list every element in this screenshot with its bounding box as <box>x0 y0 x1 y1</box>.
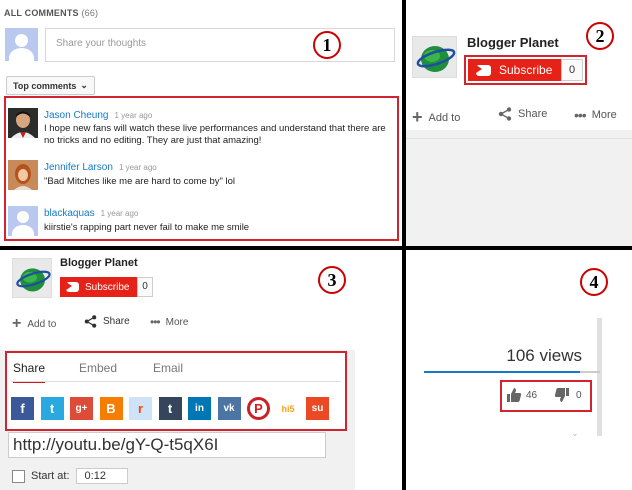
tab-embed[interactable]: Embed <box>79 361 117 375</box>
share-label: Share <box>103 316 130 327</box>
subscribe-button[interactable]: Subscribe <box>468 59 561 81</box>
stats-panel: 4 106 views 46 0 ⌄ <box>406 250 632 490</box>
top-comments-dropdown[interactable]: Top comments ⌄ <box>6 76 95 95</box>
blogger-share-icon[interactable]: B <box>99 397 123 420</box>
stats-card <box>424 318 600 436</box>
subscriber-count: 0 <box>137 277 153 297</box>
channel-panel: Blogger Planet Subscribe 0 2 + Add to Sh… <box>406 0 632 246</box>
commenter-avatar <box>8 108 38 138</box>
comment-author[interactable]: Jennifer Larson 1 year ago <box>44 162 157 173</box>
likes-ratio-bar <box>424 371 580 373</box>
plus-icon: + <box>412 107 423 127</box>
comment-author[interactable]: Jason Cheung 1 year ago <box>44 110 152 121</box>
comment-time: 1 year ago <box>100 209 139 218</box>
dislike-count: 0 <box>576 390 582 401</box>
pinterest-share-icon[interactable]: P <box>247 397 270 420</box>
commenter-avatar <box>8 160 38 190</box>
tumblr-share-icon[interactable]: t <box>158 397 182 420</box>
youtube-play-icon <box>66 282 79 292</box>
marker-2: 2 <box>586 22 614 50</box>
channel-name[interactable]: Blogger Planet <box>60 257 138 269</box>
user-avatar <box>5 28 38 61</box>
facebook-share-icon[interactable]: f <box>11 397 34 420</box>
subscribe-button[interactable]: Subscribe <box>60 277 137 297</box>
view-count: 106 views <box>506 346 582 365</box>
marker-1: 1 <box>313 31 341 59</box>
stumbleupon-share-icon[interactable]: su <box>306 397 329 420</box>
comments-panel: ALL COMMENTS (66) Share your thoughts 1 … <box>0 0 402 246</box>
start-at-input[interactable]: 0:12 <box>75 468 128 484</box>
channel-logo[interactable] <box>412 36 457 78</box>
more-label: More <box>165 316 189 328</box>
share-button[interactable]: Share <box>84 315 130 328</box>
thumbs-down-icon[interactable] <box>554 387 570 403</box>
comments-list: Jason Cheung 1 year ago I hope new fans w… <box>4 96 399 241</box>
tab-share[interactable]: Share <box>13 361 46 383</box>
tab-divider <box>11 381 341 382</box>
more-dots-icon: ••• <box>150 315 161 329</box>
more-dots-icon: ••• <box>574 107 587 123</box>
share-panel: Blogger Planet Subscribe 0 3 + Add to Sh… <box>0 250 402 490</box>
tab-email[interactable]: Email <box>153 361 183 375</box>
add-to-button[interactable]: + Add to <box>12 315 56 333</box>
dislikes-ratio-bar <box>580 371 600 373</box>
more-label: More <box>591 109 617 121</box>
more-button[interactable]: ••• More <box>574 107 617 123</box>
more-button[interactable]: ••• More <box>150 315 188 329</box>
chevron-down-icon: ⌄ <box>80 80 88 90</box>
start-at-row: Start at: 0:12 <box>12 468 128 484</box>
top-comments-label: Top comments <box>13 80 77 91</box>
subscriber-count: 0 <box>561 59 583 81</box>
start-at-checkbox[interactable] <box>12 469 25 483</box>
share-icon <box>498 107 512 121</box>
panel2-background <box>406 130 632 246</box>
share-icon <box>84 315 97 328</box>
vk-share-icon[interactable]: vk <box>217 397 241 420</box>
add-to-label: Add to <box>428 111 461 124</box>
twitter-share-icon[interactable]: t <box>40 397 64 420</box>
plus-icon: + <box>12 315 22 332</box>
subscribe-label: Subscribe <box>499 63 553 77</box>
linkedin-share-icon[interactable]: in <box>188 397 211 420</box>
google-plus-share-icon[interactable]: g+ <box>70 397 93 420</box>
share-label: Share <box>518 108 548 120</box>
start-at-label: Start at: <box>31 470 70 482</box>
add-to-label: Add to <box>27 318 57 330</box>
add-to-button[interactable]: + Add to <box>412 107 460 128</box>
comment-author[interactable]: blackaquas 1 year ago <box>44 208 138 219</box>
youtube-play-icon <box>476 64 491 76</box>
comment-text: kiirstie's rapping part never fail to ma… <box>44 222 250 233</box>
comments-title: ALL COMMENTS (66) <box>4 8 98 18</box>
stats-scroll-strip <box>597 318 602 436</box>
like-count: 46 <box>526 390 538 401</box>
hi5-share-icon[interactable]: hi5 <box>276 397 300 420</box>
chevron-down-icon: ⌄ <box>571 428 579 438</box>
channel-logo[interactable] <box>12 258 52 298</box>
reddit-share-icon[interactable]: r <box>129 397 152 420</box>
comment-time: 1 year ago <box>114 111 153 120</box>
comments-title-text: ALL COMMENTS <box>4 8 79 18</box>
comment-time: 1 year ago <box>118 163 157 172</box>
channel-name[interactable]: Blogger Planet <box>467 35 559 50</box>
share-button[interactable]: Share <box>498 107 547 121</box>
share-options-box: Share Embed Email f t g+ Br t in vk Phi5 su <box>5 351 347 431</box>
commenter-avatar <box>8 206 38 236</box>
subscribe-label: Subscribe <box>85 281 130 293</box>
thumbs-up-icon[interactable] <box>506 387 522 403</box>
share-thoughts-input[interactable]: Share your thoughts <box>45 28 395 62</box>
comment-text: I hope new fans will watch these live pe… <box>44 123 386 146</box>
marker-4: 4 <box>580 268 608 296</box>
share-thoughts-placeholder: Share your thoughts <box>56 38 147 49</box>
comments-count: (66) <box>81 8 99 18</box>
comment-text: "Bad Mitches like me are hard to come by… <box>44 176 236 187</box>
share-url-field[interactable]: http://youtu.be/gY-Q-t5qX6I <box>8 432 326 458</box>
marker-3: 3 <box>318 266 346 294</box>
